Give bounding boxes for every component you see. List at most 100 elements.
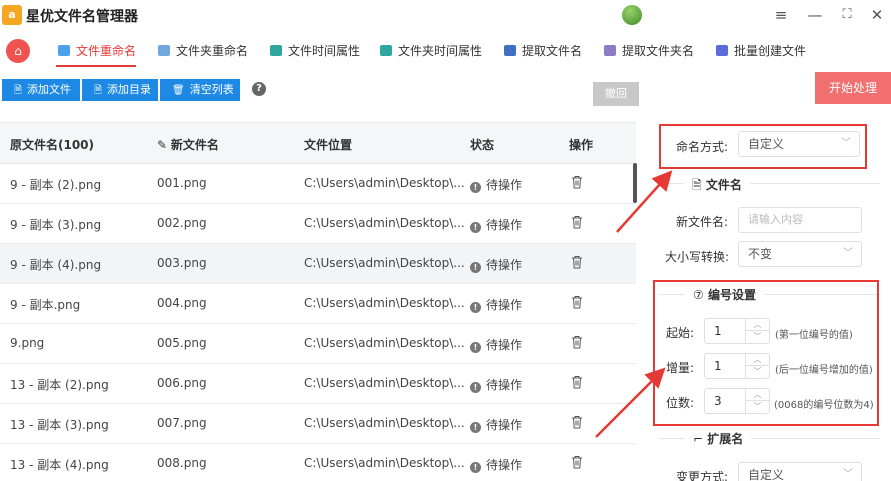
new-name-cell: 005.png (157, 336, 207, 350)
chevron-down-icon: ﹀ (843, 469, 853, 480)
new-name-cell: 004.png (157, 296, 207, 310)
location-cell: C:\Users\admin\Desktop\... (304, 416, 465, 430)
tab-label: 文件夹时间属性 (398, 44, 483, 58)
original-name-cell: 9 - 副本.png (10, 298, 81, 312)
status-text: 待操作 (486, 218, 523, 232)
tab-label: 提取文件名 (522, 44, 583, 58)
delete-icon[interactable] (571, 455, 583, 469)
chevron-down-icon: ﹀ (843, 248, 853, 259)
tab-folder-time[interactable]: 文件夹时间属性 (380, 42, 482, 59)
location-cell: C:\Users\admin\Desktop\... (304, 376, 465, 390)
location-cell: C:\Users\admin\Desktop\... (304, 456, 465, 470)
add-dir-label: 添加目录 (107, 83, 152, 96)
maximize-button[interactable]: ⛶ (836, 4, 858, 26)
clear-list-label: 清空列表 (189, 83, 234, 96)
delete-icon[interactable] (571, 375, 583, 389)
status-text: 待操作 (486, 378, 523, 392)
status-cell: ! 待操作 (470, 176, 522, 193)
clear-list-button[interactable]: 🗑 清空列表 (160, 79, 240, 101)
status-cell: ! 待操作 (470, 296, 522, 313)
col-new-name[interactable]: ✎ 新文件名 (157, 136, 219, 153)
tab-folder-rename[interactable]: 文件夹重命名 (158, 42, 248, 59)
start-button[interactable]: 开始处理 (815, 72, 891, 104)
delete-icon[interactable] (571, 295, 583, 309)
table-row[interactable]: 13 - 副本 (4).png 008.png C:\Users\admin\Des… (0, 444, 636, 481)
ext-section-title: ⌐ 扩展名 (685, 430, 752, 447)
case-select[interactable]: 不变 ﹀ (738, 241, 862, 267)
status-text: 待操作 (486, 178, 523, 192)
table-header: 原文件名(100) ✎ 新文件名 文件位置 状态 操作 (0, 122, 636, 164)
col-original-name[interactable]: 原文件名(100) (10, 136, 94, 153)
batch-create-icon (716, 45, 728, 56)
table-row[interactable]: 9 - 副本 (2).png 001.png C:\Users\admin\Desk… (0, 164, 636, 204)
tab-extract-foldername[interactable]: 提取文件夹名 (604, 42, 694, 59)
status-info-icon: ! (470, 342, 481, 353)
toolbar: 🗎 添加文件 🗎 添加目录 🗑 清空列表 ? 撤回 开始处理 (0, 68, 891, 114)
table-row[interactable]: 9 - 副本.png 004.png C:\Users\admin\Desktop\… (0, 284, 636, 324)
table-row[interactable]: 9.png 005.png C:\Users\admin\Desktop\...! 待… (0, 324, 636, 364)
minimize-button[interactable]: — (804, 4, 826, 26)
edit-icon: ✎ (157, 138, 171, 152)
status-info-icon: ! (470, 422, 481, 433)
extract-filename-icon (504, 45, 516, 56)
filename-section-label: 文件名 (705, 178, 742, 192)
tab-batch-create[interactable]: 批量创建文件 (716, 42, 806, 59)
table-row[interactable]: 9 - 副本 (4).png 003.png C:\Users\admin\Desk… (0, 244, 636, 284)
status-cell: ! 待操作 (470, 216, 522, 233)
folder-icon: 🗎 (94, 85, 103, 96)
tab-label: 批量创建文件 (734, 44, 807, 58)
menu-icon[interactable]: ≡ (770, 4, 792, 26)
ext-mode-select[interactable]: 自定义 ﹀ (738, 462, 862, 481)
tab-label: 文件时间属性 (288, 44, 361, 58)
close-button[interactable]: ✕ (866, 4, 888, 26)
filename-section-title: 🗎 文件名 (684, 176, 750, 197)
case-label: 大小写转换: (665, 250, 730, 264)
undo-button[interactable]: 撤回 (593, 82, 639, 106)
location-cell: C:\Users\admin\Desktop\... (304, 296, 465, 310)
original-name-cell: 9 - 副本 (2).png (10, 178, 102, 192)
tab-file-rename[interactable]: 文件重命名 (58, 42, 136, 59)
document-icon: 🗎 (692, 178, 702, 192)
original-name-cell: 9 - 副本 (3).png (10, 218, 102, 232)
status-cell: ! 待操作 (470, 376, 522, 393)
status-cell: ! 待操作 (470, 416, 522, 433)
delete-icon[interactable] (571, 335, 583, 349)
status-cell: ! 待操作 (470, 256, 522, 273)
file-table: 原文件名(100) ✎ 新文件名 文件位置 状态 操作 9 - 副本 (2).p… (0, 122, 636, 481)
trash-icon: 🗑 (172, 85, 185, 96)
col-new-name-label: 新文件名 (170, 138, 219, 152)
add-dir-button[interactable]: 🗎 添加目录 (82, 79, 158, 101)
table-row[interactable]: 13 - 副本 (2).png 006.png C:\Users\admin\Des… (0, 364, 636, 404)
original-name-cell: 13 - 副本 (4).png (10, 458, 109, 472)
active-tab-indicator (56, 65, 136, 67)
table-row[interactable]: 9 - 副本 (3).png 002.png C:\Users\admin\Desk… (0, 204, 636, 244)
status-info-icon: ! (470, 462, 481, 473)
title-bar: a 星优文件名管理器 ≡ — ⛶ ✕ (0, 0, 891, 32)
home-icon[interactable]: ⌂ (6, 39, 30, 63)
tab-label: 提取文件夹名 (622, 44, 695, 58)
tab-file-time[interactable]: 文件时间属性 (270, 42, 360, 59)
new-filename-input[interactable]: 请输入内容 (738, 207, 862, 233)
help-icon[interactable]: ? (252, 82, 266, 96)
case-value: 不变 (748, 247, 773, 261)
ext-mode-label: 变更方式: (676, 470, 729, 481)
add-file-button[interactable]: 🗎 添加文件 (2, 79, 80, 101)
delete-icon[interactable] (571, 215, 583, 229)
original-name-cell: 13 - 副本 (3).png (10, 418, 109, 432)
location-cell: C:\Users\admin\Desktop\... (304, 216, 465, 230)
table-scrollbar[interactable] (633, 163, 637, 203)
user-avatar[interactable] (622, 5, 642, 25)
delete-icon[interactable] (571, 175, 583, 189)
table-row[interactable]: 13 - 副本 (3).png 007.png C:\Users\admin\Des… (0, 404, 636, 444)
location-cell: C:\Users\admin\Desktop\... (304, 256, 465, 270)
delete-icon[interactable] (571, 255, 583, 269)
delete-icon[interactable] (571, 415, 583, 429)
annotation-box-naming (659, 124, 867, 169)
col-location: 文件位置 (304, 138, 353, 152)
extension-icon: ⌐ (693, 432, 704, 446)
location-cell: C:\Users\admin\Desktop\... (304, 336, 465, 350)
tab-label: 文件重命名 (76, 44, 137, 58)
original-name-cell: 9 - 副本 (4).png (10, 258, 102, 272)
location-cell: C:\Users\admin\Desktop\... (304, 176, 465, 190)
tab-extract-filename[interactable]: 提取文件名 (504, 42, 582, 59)
